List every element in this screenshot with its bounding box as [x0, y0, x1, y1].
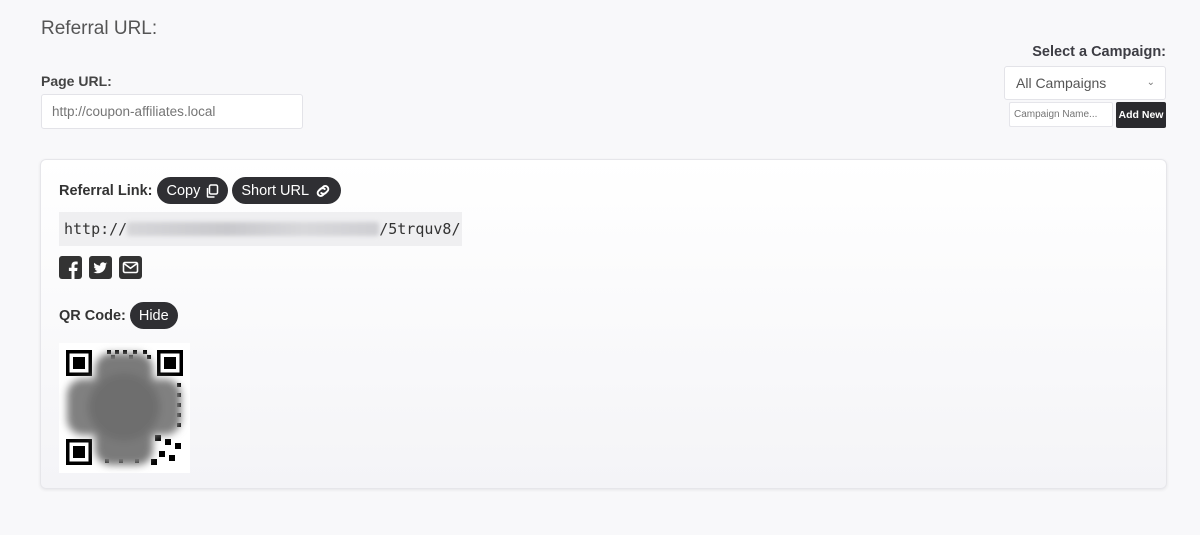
facebook-icon[interactable]: [59, 256, 82, 279]
referral-link-row: Referral Link: Copy Short URL: [59, 177, 342, 204]
qr-code-row: QR Code: Hide: [59, 302, 178, 329]
campaign-select-value: All Campaigns: [1016, 75, 1107, 91]
referral-link-prefix: http://: [64, 220, 128, 238]
email-icon[interactable]: [119, 256, 142, 279]
short-url-button-label: Short URL: [241, 182, 310, 199]
share-icons: [59, 256, 142, 279]
campaign-name-input[interactable]: [1009, 102, 1113, 127]
referral-url-page: Referral URL: Page URL: Select a Campaig…: [0, 0, 1200, 535]
qr-code-image: [59, 343, 190, 473]
section-title: Referral URL:: [41, 18, 158, 39]
chevron-down-icon: ⌄: [1146, 77, 1155, 88]
campaign-select[interactable]: All Campaigns ⌄: [1004, 66, 1166, 100]
hide-qr-button[interactable]: Hide: [129, 302, 178, 329]
page-url-label: Page URL:: [41, 73, 112, 89]
referral-link-suffix: /5trquv8/: [379, 220, 461, 238]
add-new-campaign-button[interactable]: Add New: [1116, 102, 1166, 128]
copy-button-label: Copy: [166, 182, 201, 199]
campaign-select-label: Select a Campaign:: [1032, 44, 1166, 60]
redacted-domain: [127, 222, 380, 236]
page-url-input[interactable]: [41, 94, 303, 129]
short-url-button[interactable]: Short URL: [232, 177, 342, 204]
copy-icon: [207, 183, 219, 198]
referral-link-label: Referral Link:: [59, 182, 153, 199]
referral-link-text[interactable]: http:// /5trquv8/: [59, 212, 462, 246]
referral-card: Referral Link: Copy Short URL http:// /5t…: [40, 159, 1167, 489]
twitter-icon[interactable]: [89, 256, 112, 279]
link-icon: [316, 184, 330, 197]
qr-code-label: QR Code:: [59, 307, 126, 324]
copy-button[interactable]: Copy: [157, 177, 229, 204]
qr-code-icon: [66, 350, 183, 465]
